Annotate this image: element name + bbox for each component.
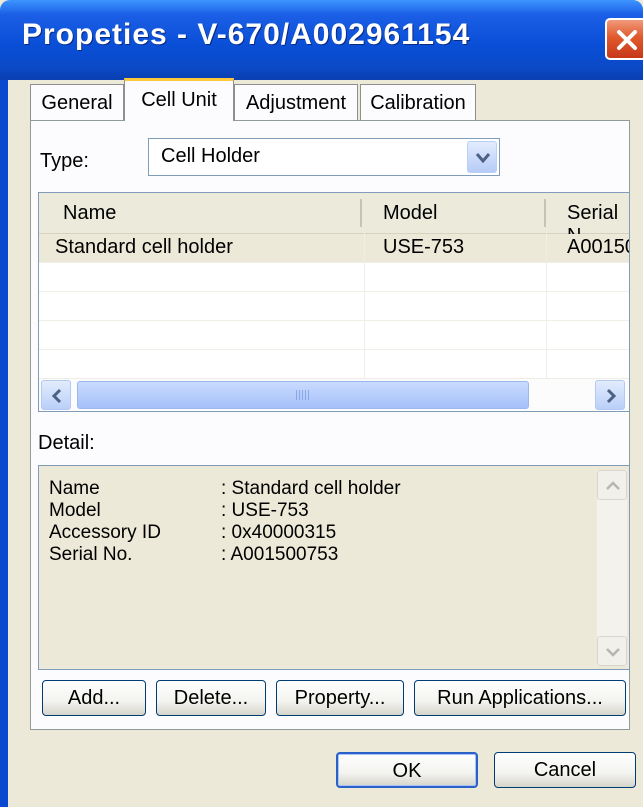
type-dropdown-button[interactable] (467, 141, 497, 173)
delete-button[interactable]: Delete... (156, 680, 266, 716)
table-row-empty (39, 263, 629, 292)
detail-key-accessory-id: Accessory ID (49, 522, 161, 543)
horizontal-scrollbar[interactable] (39, 378, 629, 411)
cell-model: USE-753 (383, 236, 465, 258)
detail-key-model: Model (49, 500, 101, 521)
column-header-model[interactable]: Model (383, 202, 437, 225)
table-row[interactable]: Standard cell holder USE-753 A00150 (39, 234, 629, 263)
type-select-value: Cell Holder (161, 145, 260, 167)
cell-serial: A00150 (567, 236, 630, 258)
detail-value-serial: : A001500753 (221, 544, 339, 565)
type-label: Type: (40, 150, 89, 172)
grid-line (546, 233, 547, 378)
column-header-name[interactable]: Name (63, 202, 116, 225)
tab-adjustment[interactable]: Adjustment (234, 84, 358, 120)
add-button[interactable]: Add... (42, 680, 146, 716)
window-frame (0, 80, 8, 807)
detail-key-name: Name (49, 478, 100, 499)
table-row-empty (39, 292, 629, 321)
column-divider[interactable] (360, 199, 362, 227)
window-title: Propeties - V-670/A002961154 (22, 18, 471, 51)
detail-value-name: : Standard cell holder (221, 478, 401, 499)
detail-box[interactable]: Name : Standard cell holder Model : USE-… (38, 465, 630, 670)
scroll-up-button[interactable] (597, 470, 627, 500)
detail-value-model: : USE-753 (221, 500, 309, 521)
tab-cell-unit[interactable]: Cell Unit (124, 78, 234, 121)
title-bar[interactable]: Propeties - V-670/A002961154 (0, 0, 643, 80)
arrow-right-icon (606, 388, 617, 404)
vertical-scrollbar[interactable] (597, 470, 627, 666)
arrow-down-icon (606, 648, 620, 657)
scroll-right-button[interactable] (595, 380, 625, 410)
scroll-grip (296, 390, 310, 400)
properties-dialog: Propeties - V-670/A002961154 General Cel… (0, 0, 643, 807)
list-header: Name Model Serial N (39, 193, 629, 247)
close-button[interactable] (605, 18, 643, 60)
chevron-down-icon (475, 153, 491, 164)
run-applications-button[interactable]: Run Applications... (414, 680, 626, 716)
cancel-button[interactable]: Cancel (494, 752, 636, 788)
detail-value-accessory-id: : 0x40000315 (221, 522, 337, 543)
property-button[interactable]: Property... (276, 680, 404, 716)
arrow-left-icon (51, 388, 62, 404)
tab-calibration[interactable]: Calibration (360, 84, 476, 120)
detail-key-serial: Serial No. (49, 544, 133, 565)
grid-line (364, 233, 365, 378)
close-icon (617, 30, 637, 50)
table-row-empty (39, 321, 629, 350)
table-row-empty (39, 350, 629, 379)
ok-button[interactable]: OK (336, 752, 478, 788)
scroll-down-button[interactable] (597, 636, 627, 666)
type-select[interactable]: Cell Holder (148, 138, 500, 176)
scroll-left-button[interactable] (41, 380, 71, 410)
arrow-up-icon (606, 481, 620, 490)
accessory-list[interactable]: Name Model Serial N Standard cell holder… (38, 192, 630, 412)
tab-general[interactable]: General (30, 84, 124, 120)
cell-name: Standard cell holder (55, 236, 233, 258)
detail-label: Detail: (38, 432, 95, 454)
column-divider[interactable] (544, 199, 546, 227)
scroll-thumb[interactable] (77, 381, 529, 409)
